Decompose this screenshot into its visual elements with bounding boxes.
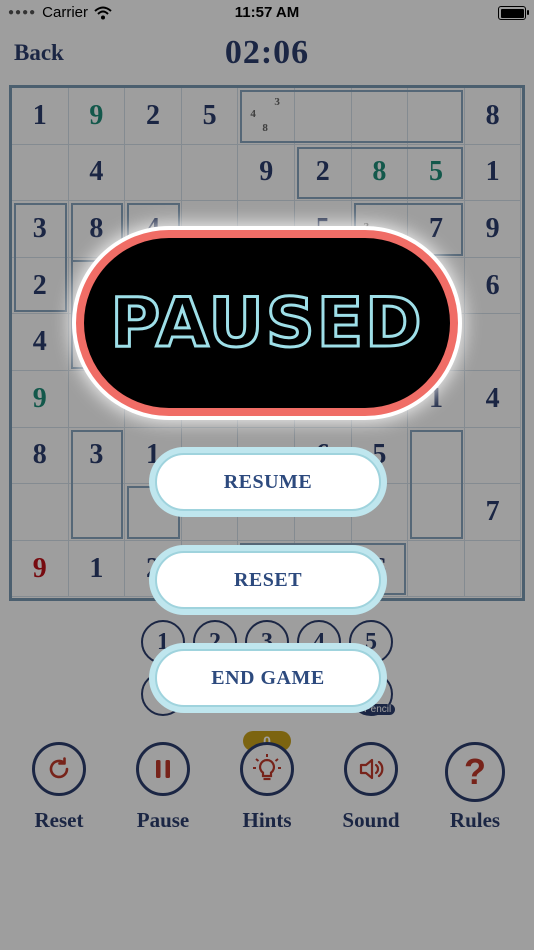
resume-button[interactable]: RESUME: [149, 447, 387, 517]
end-game-button[interactable]: END GAME: [149, 643, 387, 713]
resume-button-label: RESUME: [155, 453, 381, 511]
reset-button[interactable]: RESET: [149, 545, 387, 615]
paused-title: PAUSED: [109, 282, 424, 364]
paused-banner: PAUSED: [76, 230, 458, 416]
reset-button-label: RESET: [155, 551, 381, 609]
end-game-button-label: END GAME: [155, 649, 381, 707]
